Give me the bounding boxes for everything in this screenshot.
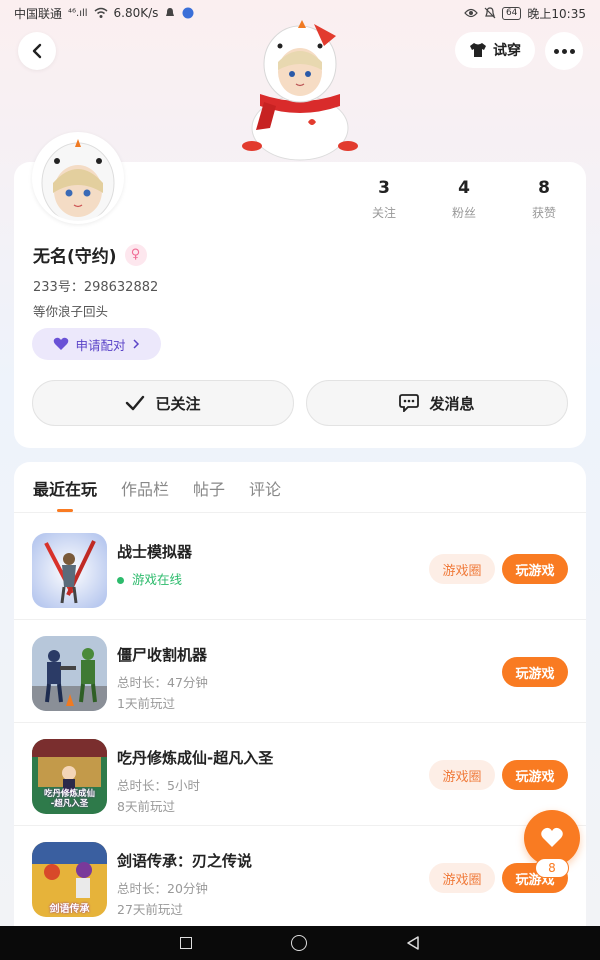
tab-works[interactable]: 作品栏 [121, 476, 169, 512]
user-id: 233号：298632882 [33, 280, 159, 295]
stat-number: 4 [458, 178, 470, 198]
apply-pair-label: 申请配对 [75, 337, 126, 353]
total-playtime: 总时长：47分钟 [117, 675, 208, 690]
game-row[interactable]: 僵尸收割机器 总时长：47分钟 1天前玩过 玩游戏 [14, 620, 586, 723]
wifi-icon [94, 7, 108, 18]
back-triangle-icon[interactable] [406, 936, 420, 950]
game-icon-text: 剑语传承 [49, 904, 90, 915]
game-row[interactable]: 战士模拟器 游戏在线 游戏圈 玩游戏 [14, 517, 586, 620]
username: 无名(守约) [33, 247, 117, 267]
send-message-label: 发消息 [429, 394, 475, 413]
game-icon-sword-legend[interactable]: 剑语传承 [32, 842, 107, 917]
back-arrow-icon [32, 43, 42, 59]
mute-icon [484, 7, 496, 19]
eye-icon [464, 8, 478, 18]
try-on-button[interactable]: 试穿 [455, 32, 535, 68]
stat-following[interactable]: 3 关注 [344, 178, 424, 221]
stat-likes[interactable]: 8 获赞 [504, 178, 584, 221]
more-dot-icon [569, 48, 575, 54]
play-game-button[interactable]: 玩游戏 [502, 657, 568, 687]
stat-number: 3 [378, 178, 390, 198]
more-button[interactable] [545, 32, 583, 70]
more-dot-icon [561, 48, 567, 54]
chevron-right-icon [132, 339, 139, 349]
notification-icon [166, 8, 175, 16]
tab-recent-playing[interactable]: 最近在玩 [33, 476, 97, 512]
game-icon-zombie-harvester[interactable] [32, 636, 107, 711]
followed-button[interactable]: 已关注 [32, 380, 294, 426]
last-played: 27天前玩过 [117, 902, 183, 917]
heart-icon [541, 827, 563, 847]
back-button[interactable] [18, 32, 56, 70]
game-circle-button[interactable]: 游戏圈 [429, 863, 495, 893]
stat-number: 8 [538, 178, 550, 198]
clock: 晚上10:35 [527, 6, 586, 21]
play-game-button[interactable]: 玩游戏 [502, 554, 568, 584]
tab-comments[interactable]: 评论 [249, 476, 281, 512]
check-icon [126, 395, 145, 411]
signature: 等你浪子回头 [33, 304, 109, 319]
recent-apps-icon[interactable] [179, 937, 192, 949]
recent-games-card: 最近在玩 作品栏 帖子 评论 战士模拟器 游戏在线 游戏圈 玩游戏 僵尸收割机器… [14, 462, 586, 932]
game-row[interactable]: 吃丹修炼成仙 -超凡入圣 吃丹修炼成仙-超凡入圣 总时长：5小时 8天前玩过 游… [14, 723, 586, 826]
like-count-badge: 8 [535, 858, 569, 878]
game-icon-text: 吃丹修炼成仙 -超凡入圣 [43, 789, 95, 809]
shirt-icon [470, 43, 486, 57]
stat-followers[interactable]: 4 粉丝 [424, 178, 504, 221]
game-title: 剑语传承：刃之传说 [117, 852, 253, 870]
game-icon-pill-cultivation[interactable]: 吃丹修炼成仙 -超凡入圣 [32, 739, 107, 814]
online-status: 游戏在线 [117, 569, 182, 588]
play-game-button[interactable]: 玩游戏 [502, 760, 568, 790]
game-circle-button[interactable]: 游戏圈 [429, 760, 495, 790]
female-icon: ♀ [124, 243, 147, 266]
more-dot-icon [553, 48, 559, 54]
online-status-label: 游戏在线 [132, 572, 183, 587]
divider [14, 512, 586, 513]
game-title: 战士模拟器 [117, 543, 193, 561]
username-row: 无名(守约) ♀ [33, 242, 147, 267]
stat-label: 关注 [371, 206, 396, 220]
stats-row: 3 关注 4 粉丝 8 获赞 [344, 178, 584, 221]
game-title: 僵尸收割机器 [117, 646, 208, 664]
network-speed: 6.80K/s [113, 6, 159, 20]
followed-label: 已关注 [155, 394, 201, 413]
game-row[interactable]: 剑语传承 剑语传承：刃之传说 总时长：20分钟 27天前玩过 游戏圈 玩游戏 [14, 826, 586, 929]
last-played: 1天前玩过 [117, 696, 175, 711]
game-icon-warrior-simulator[interactable] [32, 533, 107, 608]
avatar[interactable] [32, 132, 124, 224]
chat-bubble-icon [399, 394, 420, 412]
app-notification-icon [182, 7, 194, 19]
tab-posts[interactable]: 帖子 [193, 476, 225, 512]
total-playtime: 总时长：5小时 [117, 778, 200, 793]
tab-bar: 最近在玩 作品栏 帖子 评论 [33, 476, 281, 512]
avatar-figure [240, 18, 360, 163]
total-playtime: 总时长：20分钟 [117, 881, 208, 896]
stat-label: 粉丝 [451, 206, 476, 220]
try-on-label: 试穿 [493, 43, 521, 59]
signal-icon: ⁴⁶.ıll [68, 7, 88, 19]
stat-label: 获赞 [531, 206, 556, 220]
game-title: 吃丹修炼成仙-超凡入圣 [117, 749, 274, 767]
game-circle-button[interactable]: 游戏圈 [429, 554, 495, 584]
online-dot-icon [117, 577, 124, 584]
system-nav-bar [0, 926, 600, 960]
heart-icon [54, 337, 69, 350]
last-played: 8天前玩过 [117, 799, 175, 814]
carrier-label: 中国联通 [14, 6, 63, 21]
send-message-button[interactable]: 发消息 [306, 380, 568, 426]
apply-pair-button[interactable]: 申请配对 [32, 328, 161, 360]
home-icon[interactable] [290, 935, 307, 951]
battery-icon: 64 [501, 6, 522, 20]
